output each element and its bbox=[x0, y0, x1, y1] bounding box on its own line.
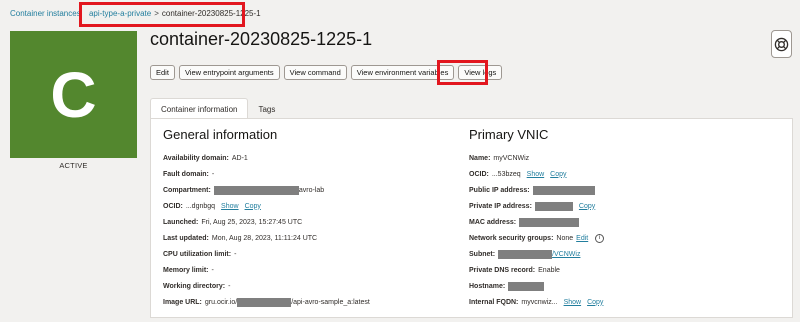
field-label: Private IP address: bbox=[469, 202, 532, 210]
field-label: Compartment: bbox=[163, 186, 211, 194]
field-value: - bbox=[234, 250, 237, 258]
breadcrumb: Container instances api-type-a-private >… bbox=[10, 9, 261, 18]
page-title: container-20230825-1225-1 bbox=[150, 29, 373, 49]
field-label: Working directory: bbox=[163, 282, 226, 290]
lifebuoy-icon bbox=[774, 37, 789, 51]
field-value: - bbox=[211, 266, 214, 274]
primary-vnic-section: Primary VNIC Name: myVCNWiz OCID: ...53b… bbox=[469, 127, 779, 310]
nsg-edit-link[interactable]: Edit bbox=[576, 235, 588, 242]
breadcrumb-separator bbox=[84, 9, 86, 18]
field-value: avro-lab bbox=[298, 186, 325, 194]
field-label: MAC address: bbox=[469, 218, 517, 226]
ocid-show-link[interactable]: Show bbox=[221, 203, 239, 210]
redacted-value bbox=[508, 281, 545, 291]
tab-container-information[interactable]: Container information bbox=[150, 98, 249, 119]
breadcrumb-separator: > bbox=[154, 9, 159, 18]
vnic-ocid-copy-link[interactable]: Copy bbox=[550, 171, 566, 178]
public-ip-row: Public IP address: bbox=[469, 182, 779, 198]
field-label: Image URL: bbox=[163, 298, 202, 306]
view-command-button[interactable]: View command bbox=[283, 65, 347, 80]
vnic-ocid-show-link[interactable]: Show bbox=[527, 171, 545, 178]
view-logs-button[interactable]: View logs bbox=[458, 65, 503, 80]
field-label: Subnet: bbox=[469, 250, 496, 258]
field-label: OCID: bbox=[469, 170, 489, 178]
last-updated-row: Last updated: Mon, Aug 28, 2023, 11:11:2… bbox=[163, 230, 453, 246]
compartment-row: Compartment: avro-lab bbox=[163, 182, 453, 198]
field-label: Memory limit: bbox=[163, 266, 209, 274]
field-label: CPU utilization limit: bbox=[163, 250, 232, 258]
redacted-value bbox=[534, 201, 573, 211]
field-label: Launched: bbox=[163, 218, 199, 226]
redacted-value bbox=[532, 185, 595, 195]
image-url-row: Image URL: gru.ocir.io/ /api-avro-sample… bbox=[163, 294, 453, 310]
image-url-suffix: /api-avro-sample_a:latest bbox=[291, 298, 370, 306]
action-bar: Edit View entrypoint arguments View comm… bbox=[150, 65, 503, 80]
breadcrumb-current: container-20230825-1225-1 bbox=[161, 9, 261, 18]
cpu-limit-row: CPU utilization limit: - bbox=[163, 246, 453, 262]
vnic-name-row: Name: myVCNWiz bbox=[469, 150, 779, 166]
field-value: - bbox=[228, 282, 231, 290]
vnic-ocid-row: OCID: ...53bzeq Show Copy bbox=[469, 166, 779, 182]
network-security-groups-row: Network security groups: None Edit i bbox=[469, 230, 779, 246]
info-icon[interactable]: i bbox=[595, 233, 605, 243]
field-label: Fault domain: bbox=[163, 170, 209, 178]
field-value: myVCNWiz bbox=[493, 154, 530, 162]
redacted-value bbox=[213, 185, 299, 195]
field-label: Network security groups: bbox=[469, 234, 554, 242]
launched-row: Launched: Fri, Aug 25, 2023, 15:27:45 UT… bbox=[163, 214, 453, 230]
field-value: myvcnwiz... bbox=[521, 298, 558, 306]
field-value: ...53bzeq bbox=[491, 170, 521, 178]
field-label: Hostname: bbox=[469, 282, 506, 290]
ocid-copy-link[interactable]: Copy bbox=[245, 203, 261, 210]
view-environment-variables-button[interactable]: View environment variables bbox=[350, 65, 455, 80]
internal-fqdn-row: Internal FQDN: myvcnwiz... Show Copy bbox=[469, 294, 779, 310]
field-label: Private DNS record: bbox=[469, 266, 536, 274]
field-value: Mon, Aug 28, 2023, 11:11:24 UTC bbox=[211, 234, 318, 242]
field-label: Public IP address: bbox=[469, 186, 530, 194]
mac-address-row: MAC address: bbox=[469, 214, 779, 230]
container-information-panel: General information Availability domain:… bbox=[150, 118, 793, 318]
fqdn-show-link[interactable]: Show bbox=[564, 299, 582, 306]
field-label: OCID: bbox=[163, 202, 183, 210]
redacted-value bbox=[519, 217, 580, 227]
help-button[interactable] bbox=[771, 30, 792, 58]
resource-icon-tile: C bbox=[10, 31, 137, 158]
subnet-link[interactable]: /VCNWiz bbox=[552, 251, 580, 258]
section-heading: Primary VNIC bbox=[469, 127, 549, 142]
field-value: - bbox=[211, 170, 215, 178]
breadcrumb-instance-link[interactable]: api-type-a-private bbox=[89, 9, 151, 18]
view-entrypoint-arguments-button[interactable]: View entrypoint arguments bbox=[178, 65, 280, 80]
hostname-row: Hostname: bbox=[469, 278, 779, 294]
tab-bar: Container information Tags bbox=[150, 98, 285, 119]
redacted-value bbox=[237, 297, 292, 307]
field-value: Enable bbox=[538, 266, 560, 274]
field-value: None bbox=[556, 234, 574, 242]
working-directory-row: Working directory: - bbox=[163, 278, 453, 294]
resource-letter: C bbox=[50, 58, 97, 131]
fqdn-copy-link[interactable]: Copy bbox=[587, 299, 603, 306]
subnet-row: Subnet: /VCNWiz bbox=[469, 246, 779, 262]
private-ip-copy-link[interactable]: Copy bbox=[579, 203, 595, 210]
field-value: ...dgnbgq bbox=[185, 202, 216, 210]
field-label: Name: bbox=[469, 154, 491, 162]
ocid-row: OCID: ...dgnbgq Show Copy bbox=[163, 198, 453, 214]
field-label: Availability domain: bbox=[163, 154, 229, 162]
private-ip-row: Private IP address: Copy bbox=[469, 198, 779, 214]
tab-tags[interactable]: Tags bbox=[248, 99, 285, 119]
memory-limit-row: Memory limit: - bbox=[163, 262, 453, 278]
breadcrumb-container-instances-link[interactable]: Container instances bbox=[10, 9, 81, 18]
status-label: ACTIVE bbox=[59, 161, 88, 170]
field-label: Internal FQDN: bbox=[469, 298, 519, 306]
field-value: Fri, Aug 25, 2023, 15:27:45 UTC bbox=[201, 218, 303, 226]
availability-domain-row: Availability domain: AD-1 bbox=[163, 150, 453, 166]
private-dns-record-row: Private DNS record: Enable bbox=[469, 262, 779, 278]
general-information-section: General information Availability domain:… bbox=[163, 127, 453, 310]
fault-domain-row: Fault domain: - bbox=[163, 166, 453, 182]
edit-button[interactable]: Edit bbox=[150, 65, 175, 80]
field-value: AD-1 bbox=[231, 154, 248, 162]
redacted-value bbox=[498, 249, 553, 259]
section-heading: General information bbox=[163, 127, 278, 142]
image-url-prefix: gru.ocir.io/ bbox=[204, 298, 238, 306]
field-label: Last updated: bbox=[163, 234, 209, 242]
